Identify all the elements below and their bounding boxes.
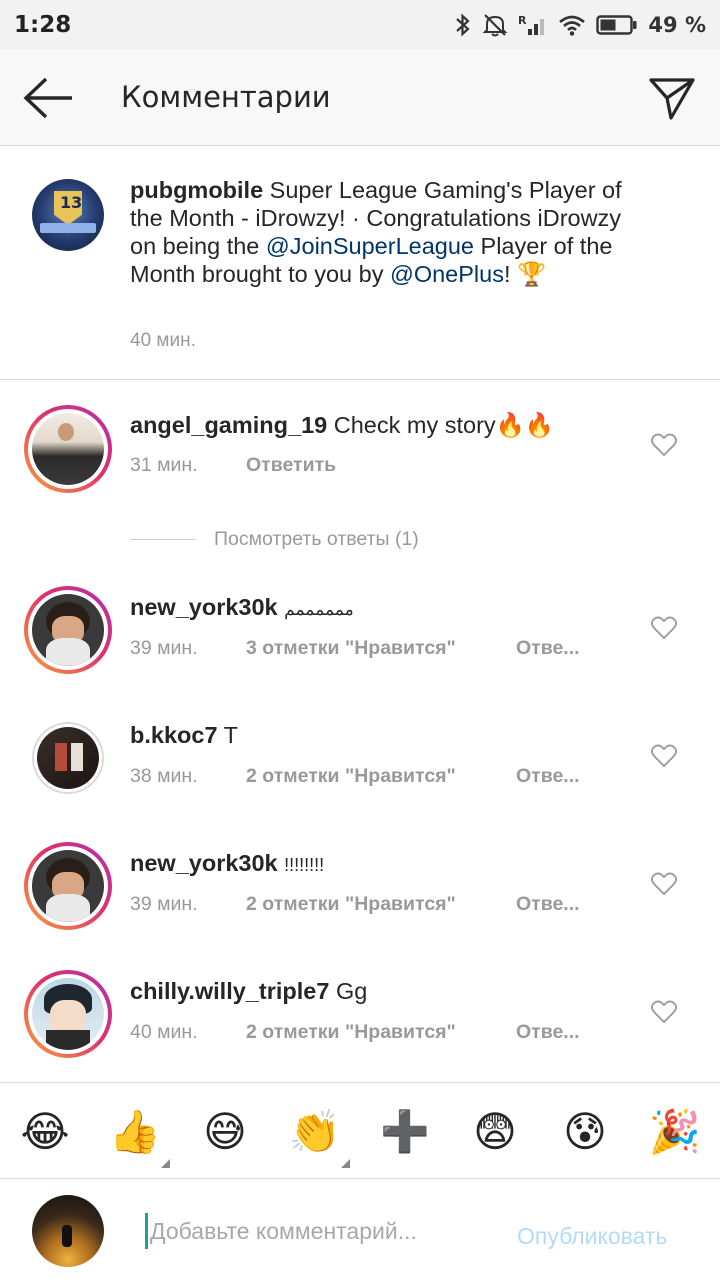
caption-username[interactable]: pubgmobile	[130, 177, 263, 203]
reply-button[interactable]: Отве...	[516, 893, 580, 916]
share-button[interactable]	[648, 74, 696, 122]
paper-plane-icon	[649, 78, 695, 120]
arrow-left-icon	[23, 77, 72, 119]
mention-link[interactable]: @OnePlus	[390, 261, 504, 287]
comment-item: b.kkoc7 T 38 мин. 2 отметки "Нравится" О…	[0, 714, 720, 842]
comment-meta: 38 мин. 2 отметки "Нравится" Отве...	[130, 765, 580, 788]
comment-time: 39 мин.	[130, 637, 198, 659]
comment-composer: Опубликовать	[0, 1178, 720, 1280]
sweat-smile-emoji-icon[interactable]: 😅	[198, 1105, 252, 1159]
comment-input[interactable]	[145, 1213, 485, 1249]
battery-icon	[596, 15, 637, 35]
publish-button[interactable]: Опубликовать	[517, 1223, 667, 1250]
comment-item: new_york30k ممممممم 39 мин. 3 отметки "Н…	[0, 586, 720, 714]
heart-icon[interactable]	[651, 1000, 677, 1024]
likes-count-button[interactable]: 2 отметки "Нравится"	[246, 893, 456, 916]
comment-body: !!!!!!!!	[284, 855, 325, 875]
page-title: Комментарии	[121, 80, 331, 114]
view-replies-label: Посмотреть ответы (1)	[214, 527, 419, 550]
comment-username[interactable]: chilly.willy_triple7	[130, 978, 329, 1004]
status-time: 1:28	[14, 12, 72, 38]
thumbs-up-emoji-icon[interactable]: 👍	[108, 1105, 162, 1159]
comment-username[interactable]: new_york30k	[130, 594, 278, 620]
avatar[interactable]	[32, 722, 104, 794]
comment-item: new_york30k !!!!!!!! 39 мин. 2 отметки "…	[0, 842, 720, 970]
comment-text: new_york30k !!!!!!!!	[130, 850, 324, 877]
comment-text: angel_gaming_19 Check my story🔥🔥	[130, 411, 554, 439]
comment-username[interactable]: angel_gaming_19	[130, 412, 327, 438]
comment-text: new_york30k ممممممم	[130, 594, 354, 621]
bluetooth-icon	[456, 13, 471, 37]
svg-text:R: R	[518, 14, 527, 27]
comment-body: T	[223, 722, 238, 748]
comment-body: Check my story🔥🔥	[333, 412, 555, 438]
likes-count-button[interactable]: 3 отметки "Нравится"	[246, 637, 456, 660]
party-popper-emoji-icon[interactable]: 🎉	[648, 1105, 702, 1159]
app-header: Комментарии	[0, 50, 720, 146]
heart-icon[interactable]	[651, 616, 677, 640]
reply-button[interactable]: Отве...	[516, 637, 580, 660]
comment-username[interactable]: b.kkoc7	[130, 722, 218, 748]
likes-count-button[interactable]: 2 отметки "Нравится"	[246, 1021, 456, 1044]
heart-icon[interactable]	[651, 872, 677, 896]
comment-text: chilly.willy_triple7 Gg	[130, 978, 367, 1005]
view-replies-button[interactable]: Посмотреть ответы (1)	[130, 527, 419, 551]
comment-item: angel_gaming_19 Check my story🔥🔥 31 мин.…	[0, 381, 720, 527]
clapping-hands-emoji-icon[interactable]: 👏	[288, 1105, 342, 1159]
comment-time: 31 мин.	[130, 454, 198, 476]
back-button[interactable]	[22, 76, 76, 120]
emoji-quick-bar: 😂 👍 😅 👏 ➕ 😨 😰 🎉	[0, 1082, 720, 1178]
comment-time: 38 мин.	[130, 765, 198, 787]
skin-tone-indicator-icon	[341, 1159, 350, 1168]
comment-time: 40 мин.	[130, 1021, 198, 1043]
avatar	[32, 1195, 104, 1267]
comment-body: Gg	[335, 978, 368, 1004]
avatar-badge-number: 13	[60, 193, 83, 212]
avatar-logo-bar	[40, 223, 96, 233]
avatar[interactable]	[24, 842, 112, 930]
comment-meta: 39 мин. 3 отметки "Нравится" Отве...	[130, 637, 580, 660]
comment-meta: 31 мин. Ответить	[130, 454, 336, 477]
comment-time: 39 мин.	[130, 893, 198, 915]
status-icons: R 49 %	[454, 13, 706, 37]
divider	[130, 538, 196, 540]
anxious-sweat-emoji-icon[interactable]: 😰	[558, 1105, 612, 1159]
likes-count-button[interactable]: 2 отметки "Нравится"	[246, 765, 456, 788]
wifi-icon	[559, 15, 586, 36]
mention-link[interactable]: @JoinSuperLeague	[266, 233, 474, 259]
caption-text-part: ! 🏆	[503, 261, 547, 287]
status-bar: 1:28 R 49 %	[0, 0, 720, 50]
comment-meta: 40 мин. 2 отметки "Нравится" Отве...	[130, 1021, 580, 1044]
tears-of-joy-emoji-icon[interactable]: 😂	[18, 1105, 72, 1159]
heart-icon[interactable]	[651, 744, 677, 768]
mute-icon	[483, 14, 508, 37]
avatar[interactable]: 13	[32, 179, 104, 251]
post-caption: 13 pubgmobile Super League Gaming's Play…	[0, 147, 720, 380]
avatar[interactable]	[24, 586, 112, 674]
plus-emoji-icon[interactable]: ➕	[378, 1105, 432, 1159]
heart-icon[interactable]	[651, 433, 677, 457]
comment-meta: 39 мин. 2 отметки "Нравится" Отве...	[130, 893, 580, 916]
reply-button[interactable]: Ответить	[246, 454, 336, 477]
skin-tone-indicator-icon	[161, 1159, 170, 1168]
comment-text: b.kkoc7 T	[130, 722, 238, 749]
comment-username[interactable]: new_york30k	[130, 850, 278, 876]
caption-text: pubgmobile Super League Gaming's Player …	[130, 176, 630, 288]
avatar[interactable]	[24, 405, 112, 493]
signal-icon: R	[518, 14, 545, 35]
battery-percent: 49 %	[648, 13, 706, 37]
comment-item: chilly.willy_triple7 Gg 40 мин. 2 отметк…	[0, 970, 720, 1082]
avatar[interactable]	[24, 970, 112, 1058]
caption-timestamp: 40 мин.	[130, 330, 196, 351]
reply-button[interactable]: Отве...	[516, 1021, 580, 1044]
reply-button[interactable]: Отве...	[516, 765, 580, 788]
comment-body: ممممممم	[284, 600, 354, 619]
fearful-face-emoji-icon[interactable]: 😨	[468, 1105, 522, 1159]
